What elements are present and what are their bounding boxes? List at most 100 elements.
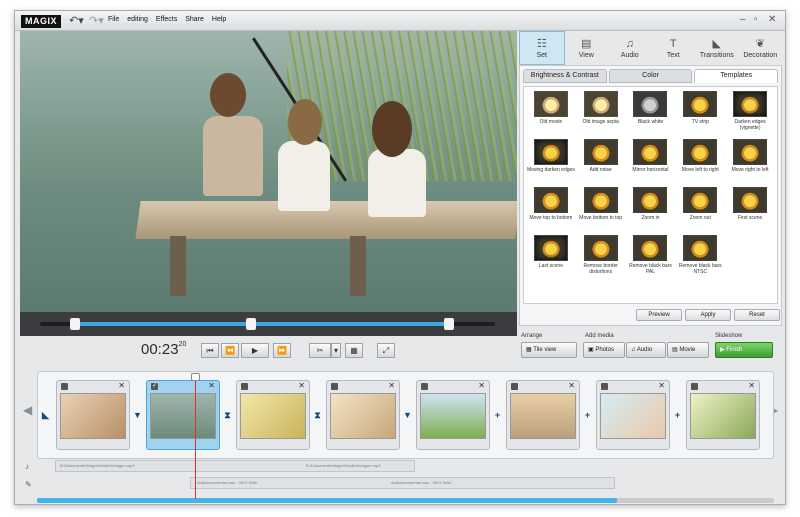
template-item[interactable]: Remove black bars PAL: [626, 235, 676, 283]
template-item[interactable]: Mirror horizontal: [626, 139, 676, 187]
clip-checkbox[interactable]: [331, 383, 338, 390]
clip-tile-selected[interactable]: ✓ ✕: [146, 380, 220, 450]
clip-tile[interactable]: ✕: [326, 380, 400, 450]
template-item[interactable]: TV strip: [675, 91, 725, 139]
menu-help[interactable]: Help: [212, 16, 226, 23]
clip-checkbox[interactable]: [241, 383, 248, 390]
close-icon[interactable]: ✕: [478, 382, 485, 390]
tab-decoration[interactable]: ❦ Decoration: [739, 31, 783, 65]
fullscreen-icon[interactable]: ⤢: [377, 343, 395, 358]
scroll-left-icon[interactable]: ◀: [23, 403, 32, 417]
music-track[interactable]: B:\Dokumente\Magix\Musik\Vorlagen.mp3 B:…: [55, 460, 415, 472]
scrub-position-handle[interactable]: [246, 318, 256, 330]
clip-checkbox[interactable]: ✓: [151, 383, 158, 390]
scissors-icon[interactable]: ✂: [309, 343, 331, 358]
apply-button[interactable]: Apply: [685, 309, 731, 321]
transition-icon[interactable]: ▼: [403, 411, 412, 420]
template-thumbnail: [533, 91, 568, 117]
template-item[interactable]: Black white: [626, 91, 676, 139]
tab-transitions[interactable]: ◣ Transitions: [695, 31, 739, 65]
clip-tile[interactable]: ✕: [56, 380, 130, 450]
tile-view-button[interactable]: ▦ Tile view: [521, 342, 577, 358]
close-icon[interactable]: ✕: [118, 382, 125, 390]
range-start-handle[interactable]: [70, 318, 80, 330]
video-scrub-bar[interactable]: [20, 312, 517, 336]
template-item[interactable]: Remove border distortions: [576, 235, 626, 283]
audio-button[interactable]: ♫ Audio: [626, 342, 666, 358]
template-item[interactable]: Add noise: [576, 139, 626, 187]
close-icon[interactable]: ✕: [768, 14, 776, 26]
template-item[interactable]: Remove black bars NTSC: [675, 235, 725, 283]
transition-icon[interactable]: ▼: [133, 411, 142, 420]
menu-editing[interactable]: editing: [127, 16, 148, 23]
template-item[interactable]: Old movie: [526, 91, 576, 139]
rewind-icon[interactable]: ⏪: [221, 343, 239, 358]
template-item[interactable]: Darken edges (vignette): [725, 91, 775, 139]
undo-icon[interactable]: ↶▾: [69, 15, 84, 27]
template-item[interactable]: Last scene: [526, 235, 576, 283]
add-transition-icon[interactable]: +: [493, 411, 502, 420]
template-item[interactable]: Old image sepia: [576, 91, 626, 139]
template-item[interactable]: Move top to bottom: [526, 187, 576, 235]
subtab-color[interactable]: Color: [608, 69, 693, 83]
template-item[interactable]: Move right to left: [725, 139, 775, 187]
tab-audio[interactable]: ♫ Audio: [608, 31, 652, 65]
clip-tile[interactable]: ✕: [686, 380, 760, 450]
playhead-handle[interactable]: [191, 373, 200, 381]
add-transition-icon[interactable]: +: [673, 411, 682, 420]
subtab-templates[interactable]: Templates: [694, 69, 779, 83]
timeline-scrollbar[interactable]: [37, 498, 774, 503]
video-preview[interactable]: [20, 31, 517, 312]
finish-button[interactable]: ▶ Finish: [715, 342, 773, 358]
menu-file[interactable]: File: [108, 16, 119, 23]
clip-tile[interactable]: ✕: [506, 380, 580, 450]
transition-icon[interactable]: ◣: [41, 411, 50, 420]
subtab-brightness-contrast[interactable]: Brightness & Contrast: [523, 69, 607, 83]
chevron-down-icon[interactable]: ▾: [331, 343, 341, 358]
template-item[interactable]: Zoom out: [675, 187, 725, 235]
close-icon[interactable]: ✕: [298, 382, 305, 390]
transition-icon[interactable]: ⧗: [313, 411, 322, 420]
close-icon[interactable]: ✕: [208, 382, 215, 390]
clip-tile[interactable]: ✕: [416, 380, 490, 450]
filmstrip-icon[interactable]: ▦: [345, 343, 363, 358]
tab-set[interactable]: ☷ Set: [519, 31, 565, 65]
clip-checkbox[interactable]: [691, 383, 698, 390]
tab-text[interactable]: T Text: [652, 31, 696, 65]
transition-icon[interactable]: ⧗: [223, 411, 232, 420]
skip-back-icon[interactable]: ⏮: [201, 343, 219, 358]
clip-checkbox[interactable]: [511, 383, 518, 390]
template-item[interactable]: Moving darken edges: [526, 139, 576, 187]
close-icon[interactable]: ✕: [568, 382, 575, 390]
template-thumbnail: [683, 187, 718, 213]
close-icon[interactable]: ✕: [748, 382, 755, 390]
timeline-scroll-thumb[interactable]: [37, 498, 617, 503]
menu-effects[interactable]: Effects: [156, 16, 177, 23]
tab-view[interactable]: ▤ View: [565, 31, 609, 65]
close-icon[interactable]: ✕: [388, 382, 395, 390]
clip-tile[interactable]: ✕: [236, 380, 310, 450]
clip-checkbox[interactable]: [421, 383, 428, 390]
maximize-icon[interactable]: ▫: [754, 14, 758, 26]
template-item[interactable]: Move bottom to top: [576, 187, 626, 235]
add-transition-icon[interactable]: +: [583, 411, 592, 420]
arrange-label: Arrange: [521, 333, 543, 339]
minimize-icon[interactable]: –: [740, 14, 746, 26]
menu-share[interactable]: Share: [185, 16, 204, 23]
reset-button[interactable]: Reset: [734, 309, 780, 321]
commentary-track[interactable]: Audiokommentar.wav · 0001.WAV Audiokomme…: [190, 477, 615, 489]
template-item[interactable]: First scene: [725, 187, 775, 235]
movie-button[interactable]: ▤ Movie: [667, 342, 709, 358]
redo-icon[interactable]: ↷▾: [89, 15, 104, 27]
template-item[interactable]: Move left to right: [675, 139, 725, 187]
preview-button[interactable]: Preview: [636, 309, 682, 321]
clip-checkbox[interactable]: [601, 383, 608, 390]
fast-forward-icon[interactable]: ⏩: [273, 343, 291, 358]
clip-checkbox[interactable]: [61, 383, 68, 390]
play-icon[interactable]: ▶: [241, 343, 269, 358]
range-end-handle[interactable]: [444, 318, 454, 330]
close-icon[interactable]: ✕: [658, 382, 665, 390]
template-item[interactable]: Zoom in: [626, 187, 676, 235]
photos-button[interactable]: ▣ Photos: [583, 342, 625, 358]
clip-tile[interactable]: ✕: [596, 380, 670, 450]
